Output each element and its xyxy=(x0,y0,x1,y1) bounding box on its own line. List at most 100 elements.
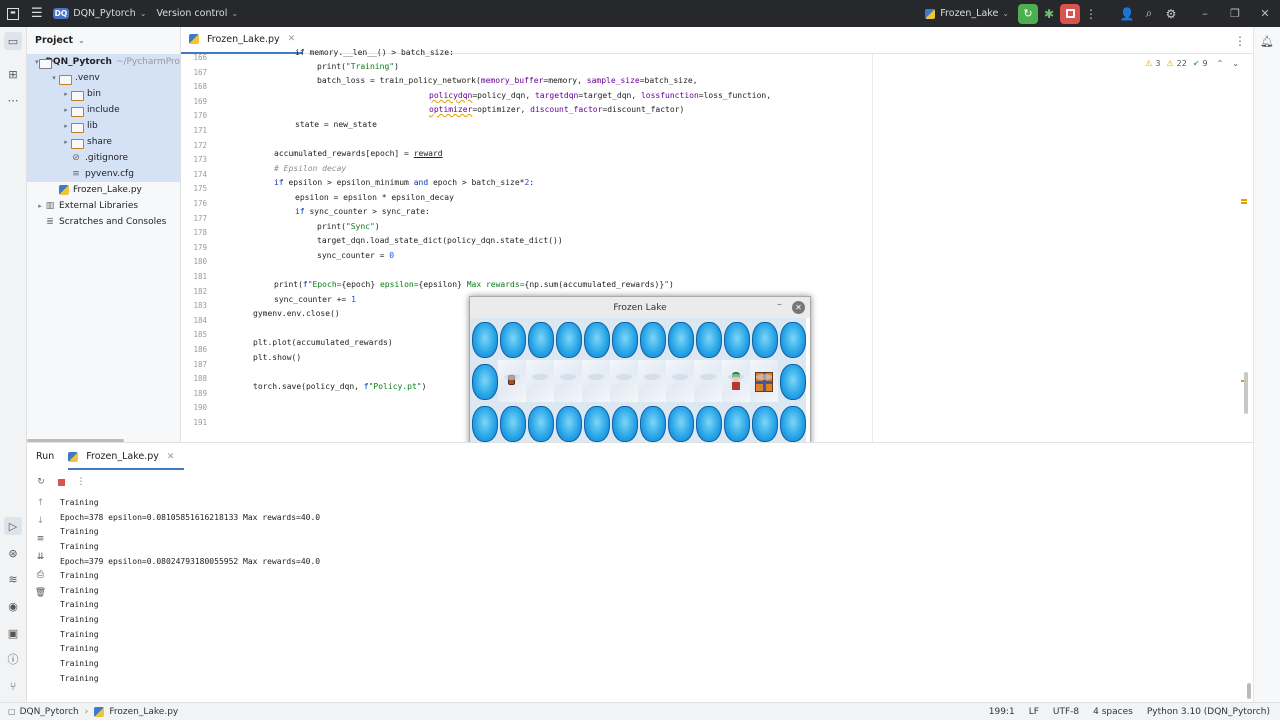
git-icon[interactable]: ⑂ xyxy=(4,677,22,695)
close-icon[interactable]: ✕ xyxy=(167,452,175,462)
line-number: 172 xyxy=(193,140,207,150)
scroll-up-icon[interactable]: ↑ xyxy=(27,494,54,512)
rerun-button[interactable]: ↻ xyxy=(1018,3,1038,24)
debug-icon[interactable]: ✱ xyxy=(1038,3,1060,25)
code-line: if sync_counter > sync_rate: xyxy=(295,207,430,216)
tree-item-root[interactable]: ▾ DQN_Pytorch ~/PycharmPro xyxy=(27,54,180,70)
vcs-selector[interactable]: Version control ⌄ xyxy=(151,0,243,27)
expand-arrow-icon[interactable]: ▸ xyxy=(61,106,71,114)
layers-icon[interactable]: ≋ xyxy=(4,570,22,588)
stop-icon[interactable] xyxy=(55,476,67,488)
tab-run[interactable]: Run xyxy=(34,443,54,470)
structure-icon[interactable]: ⊞ xyxy=(4,65,22,83)
expand-arrow-icon[interactable]: ▸ xyxy=(61,138,71,146)
lake-tile-hole xyxy=(666,318,694,360)
lake-tile-hole xyxy=(470,360,498,402)
python-interpreter[interactable]: Python 3.10 (DQN_Pytorch) xyxy=(1147,707,1270,717)
expand-arrow-icon[interactable]: ▸ xyxy=(35,202,45,210)
line-separator[interactable]: LF xyxy=(1029,707,1039,717)
code-line: epsilon = epsilon * epsilon_decay xyxy=(295,193,454,202)
caret-position[interactable]: 199:1 xyxy=(989,707,1015,717)
close-window-button[interactable]: ✕ xyxy=(1250,7,1280,20)
tree-item-share[interactable]: ▸ share xyxy=(27,134,180,150)
expand-arrow-icon[interactable]: ▸ xyxy=(61,122,71,130)
close-icon[interactable]: ✕ xyxy=(792,301,805,314)
tree-item-lib[interactable]: ▸ lib xyxy=(27,118,180,134)
console-output[interactable]: Training Epoch=378 epsilon=0.081058516162… xyxy=(60,496,320,686)
console-line: Training xyxy=(60,571,99,581)
elf-agent-icon xyxy=(731,372,741,390)
lake-tile-hole xyxy=(694,402,722,444)
python-packages-icon[interactable]: ⊛ xyxy=(4,544,22,562)
line-number: 169 xyxy=(193,96,207,106)
gear-icon[interactable]: ⚙ xyxy=(1160,3,1182,25)
tab-frozen-lake[interactable]: Frozen_Lake.py ✕ xyxy=(181,27,304,54)
run-tool-icon[interactable]: ▷ xyxy=(4,517,22,535)
minimize-icon[interactable]: – xyxy=(777,299,782,310)
run-config-selector[interactable]: Frozen_Lake ⌄ xyxy=(920,0,1014,27)
indent-setting[interactable]: 4 spaces xyxy=(1093,707,1133,717)
maximize-button[interactable]: ❐ xyxy=(1220,7,1250,20)
project-selector[interactable]: DQ DQN_Pytorch ⌄ xyxy=(48,0,152,27)
run-panel: Run Frozen_Lake.py ✕ ↻ ⋮ ↑ ↓ ≡ ⇊ ⎙ 🗑︎ Tr… xyxy=(27,442,1253,702)
notifications-icon[interactable]: 🔔︎ xyxy=(1258,32,1276,50)
frozen-lake-window[interactable]: Frozen Lake – ✕ xyxy=(469,296,811,446)
scroll-down-icon[interactable]: ↓ xyxy=(27,512,54,530)
project-icon: ▢ xyxy=(8,707,16,716)
trash-icon[interactable]: 🗑︎ xyxy=(27,584,54,602)
tree-item-gitignore[interactable]: ⊘ .gitignore xyxy=(27,150,180,166)
game-title-bar[interactable]: Frozen Lake – ✕ xyxy=(470,297,810,318)
terminal-icon[interactable]: ▣ xyxy=(4,624,22,642)
stop-button[interactable] xyxy=(1060,3,1080,24)
folder-icon xyxy=(71,122,84,133)
tree-item-label: pyvenv.cfg xyxy=(85,169,134,179)
lake-tile-hole xyxy=(750,402,778,444)
more-icon[interactable]: ⋮ xyxy=(75,476,87,488)
line-number: 175 xyxy=(193,184,207,194)
add-user-icon[interactable]: 👤 xyxy=(1116,3,1138,25)
problems-icon[interactable]: ⓘ xyxy=(4,650,22,668)
code-line: if epsilon > epsilon_minimum and epoch >… xyxy=(274,178,535,187)
status-bar: ▢ DQN_Pytorch › Frozen_Lake.py 199:1 LF … xyxy=(0,702,1280,720)
line-number: 184 xyxy=(193,315,207,325)
lake-tile-hole xyxy=(470,402,498,444)
line-number: 186 xyxy=(193,345,207,354)
console-scrollbar[interactable] xyxy=(1247,683,1251,699)
project-panel-header[interactable]: Project ⌄ xyxy=(27,27,180,54)
search-icon[interactable]: ⌕ xyxy=(1138,3,1160,25)
line-number: 171 xyxy=(193,126,207,135)
file-encoding[interactable]: UTF-8 xyxy=(1053,707,1079,717)
tree-item-scratches[interactable]: ≣ Scratches and Consoles xyxy=(27,214,180,230)
console-line: Epoch=379 epsilon=0.08024793180055952 Ma… xyxy=(60,556,321,566)
tree-item-venv[interactable]: ▾ .venv xyxy=(27,70,180,86)
print-icon[interactable]: ⎙ xyxy=(27,566,54,584)
more-icon[interactable]: ⋮ xyxy=(1080,3,1102,25)
lake-tile-hole xyxy=(778,318,806,360)
folder-icon[interactable]: ▭ xyxy=(4,32,22,50)
lake-tile-hole xyxy=(750,318,778,360)
breadcrumb-file[interactable]: Frozen_Lake.py xyxy=(109,707,178,717)
line-number: 178 xyxy=(193,228,207,238)
more-icon[interactable]: ⋮ xyxy=(1229,30,1251,52)
expand-arrow-icon[interactable]: ▸ xyxy=(61,90,71,98)
close-icon[interactable]: ✕ xyxy=(288,34,296,44)
rerun-icon[interactable]: ↻ xyxy=(35,476,47,488)
minimize-button[interactable]: – xyxy=(1190,7,1220,20)
tree-item-bin[interactable]: ▸ bin xyxy=(27,86,180,102)
lake-tile-hole xyxy=(554,402,582,444)
more-tools-icon[interactable]: ⋯ xyxy=(4,91,22,109)
tab-run-config[interactable]: Frozen_Lake.py ✕ xyxy=(68,443,185,470)
tree-item-pyvenv[interactable]: ≡ pyvenv.cfg xyxy=(27,166,180,182)
scroll-to-end-icon[interactable]: ⇊ xyxy=(27,548,54,566)
tree-item-frozen-lake[interactable]: Frozen_Lake.py xyxy=(27,182,180,198)
soft-wrap-icon[interactable]: ≡ xyxy=(27,530,54,548)
app-logo-icon[interactable]: ▬ xyxy=(0,0,26,27)
expand-arrow-icon[interactable]: ▾ xyxy=(49,74,59,82)
run-toolbar: ↻ ⋮ xyxy=(27,470,1253,494)
services-icon[interactable]: ◉ xyxy=(4,597,22,615)
tree-item-external-libraries[interactable]: ▸ ▥ External Libraries xyxy=(27,198,180,214)
tree-item-include[interactable]: ▸ include xyxy=(27,102,180,118)
main-menu-button[interactable]: ☰ xyxy=(26,0,48,27)
breadcrumb-project[interactable]: DQN_Pytorch xyxy=(20,707,79,717)
lake-tile-ice xyxy=(526,360,554,402)
